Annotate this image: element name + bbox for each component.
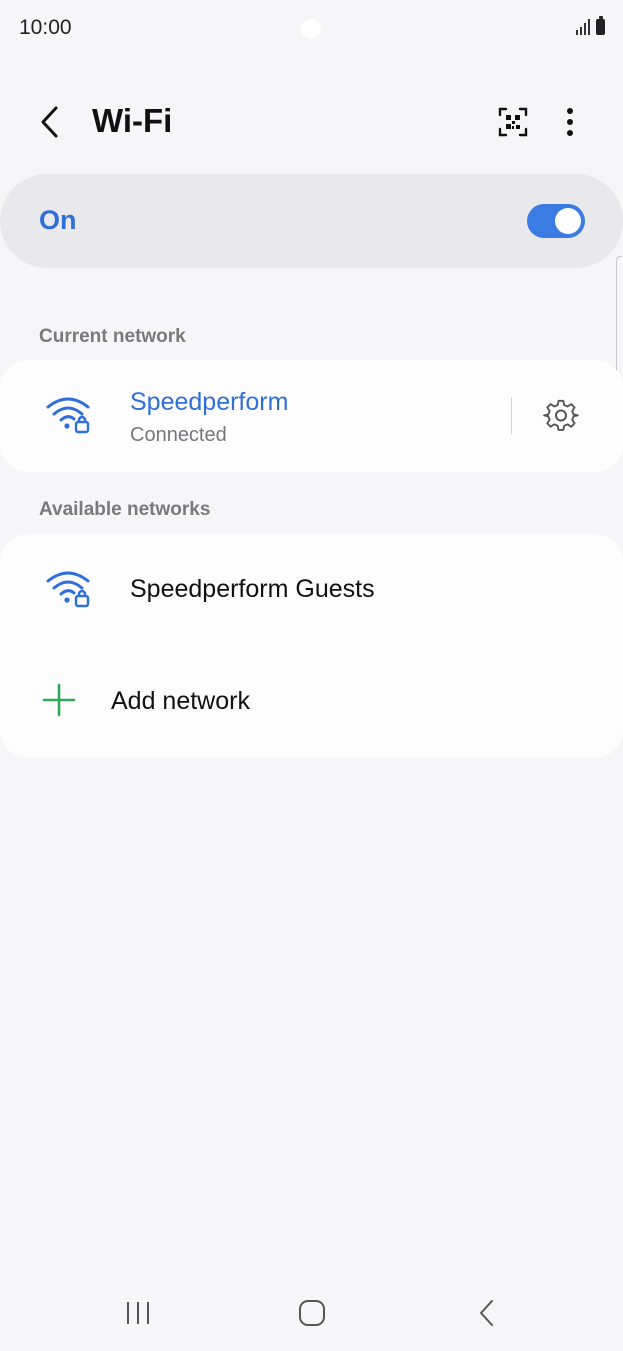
home-button[interactable] bbox=[282, 1290, 342, 1336]
wifi-lock-icon bbox=[46, 397, 90, 434]
back-icon bbox=[41, 106, 58, 138]
network-item[interactable]: Speedperform Guests bbox=[0, 534, 623, 646]
recents-icon bbox=[127, 1302, 149, 1324]
current-network-name: Speedperform bbox=[130, 388, 289, 416]
recents-button[interactable] bbox=[108, 1290, 168, 1336]
nav-back-button[interactable] bbox=[457, 1290, 517, 1336]
status-icons bbox=[576, 16, 605, 35]
current-network-status: Connected bbox=[130, 424, 227, 446]
gear-icon bbox=[543, 399, 579, 431]
camera-cutout bbox=[301, 19, 321, 39]
battery-icon bbox=[596, 16, 605, 35]
signal-icon bbox=[576, 17, 590, 35]
page-title: Wi-Fi bbox=[92, 102, 173, 139]
wifi-toggle-label: On bbox=[39, 205, 77, 235]
current-network-card[interactable]: Speedperform Connected bbox=[0, 360, 623, 472]
network-name: Speedperform Guests bbox=[130, 575, 375, 603]
add-network-button[interactable]: Add network bbox=[0, 646, 623, 758]
wifi-lock-icon bbox=[46, 571, 90, 608]
back-icon bbox=[480, 1300, 493, 1326]
app-bar: Wi-Fi bbox=[0, 90, 623, 154]
home-icon bbox=[299, 1300, 325, 1326]
status-time: 10:00 bbox=[19, 16, 72, 39]
qr-scanner-icon bbox=[498, 107, 528, 137]
more-options-button[interactable] bbox=[550, 100, 590, 144]
network-settings-button[interactable] bbox=[539, 394, 583, 438]
available-networks-card: Speedperform Guests Add network bbox=[0, 534, 623, 758]
switch-thumb bbox=[555, 208, 581, 234]
wifi-switch[interactable] bbox=[527, 204, 585, 238]
navigation-bar bbox=[0, 1280, 623, 1351]
add-network-label: Add network bbox=[111, 687, 250, 715]
current-network-header: Current network bbox=[39, 326, 186, 347]
qr-scanner-button[interactable] bbox=[490, 100, 536, 144]
available-networks-header: Available networks bbox=[39, 499, 211, 520]
more-options-icon bbox=[567, 108, 573, 136]
status-bar: 10:00 bbox=[0, 0, 623, 58]
plus-icon bbox=[42, 683, 76, 717]
divider bbox=[511, 397, 512, 434]
back-button[interactable] bbox=[28, 100, 72, 144]
